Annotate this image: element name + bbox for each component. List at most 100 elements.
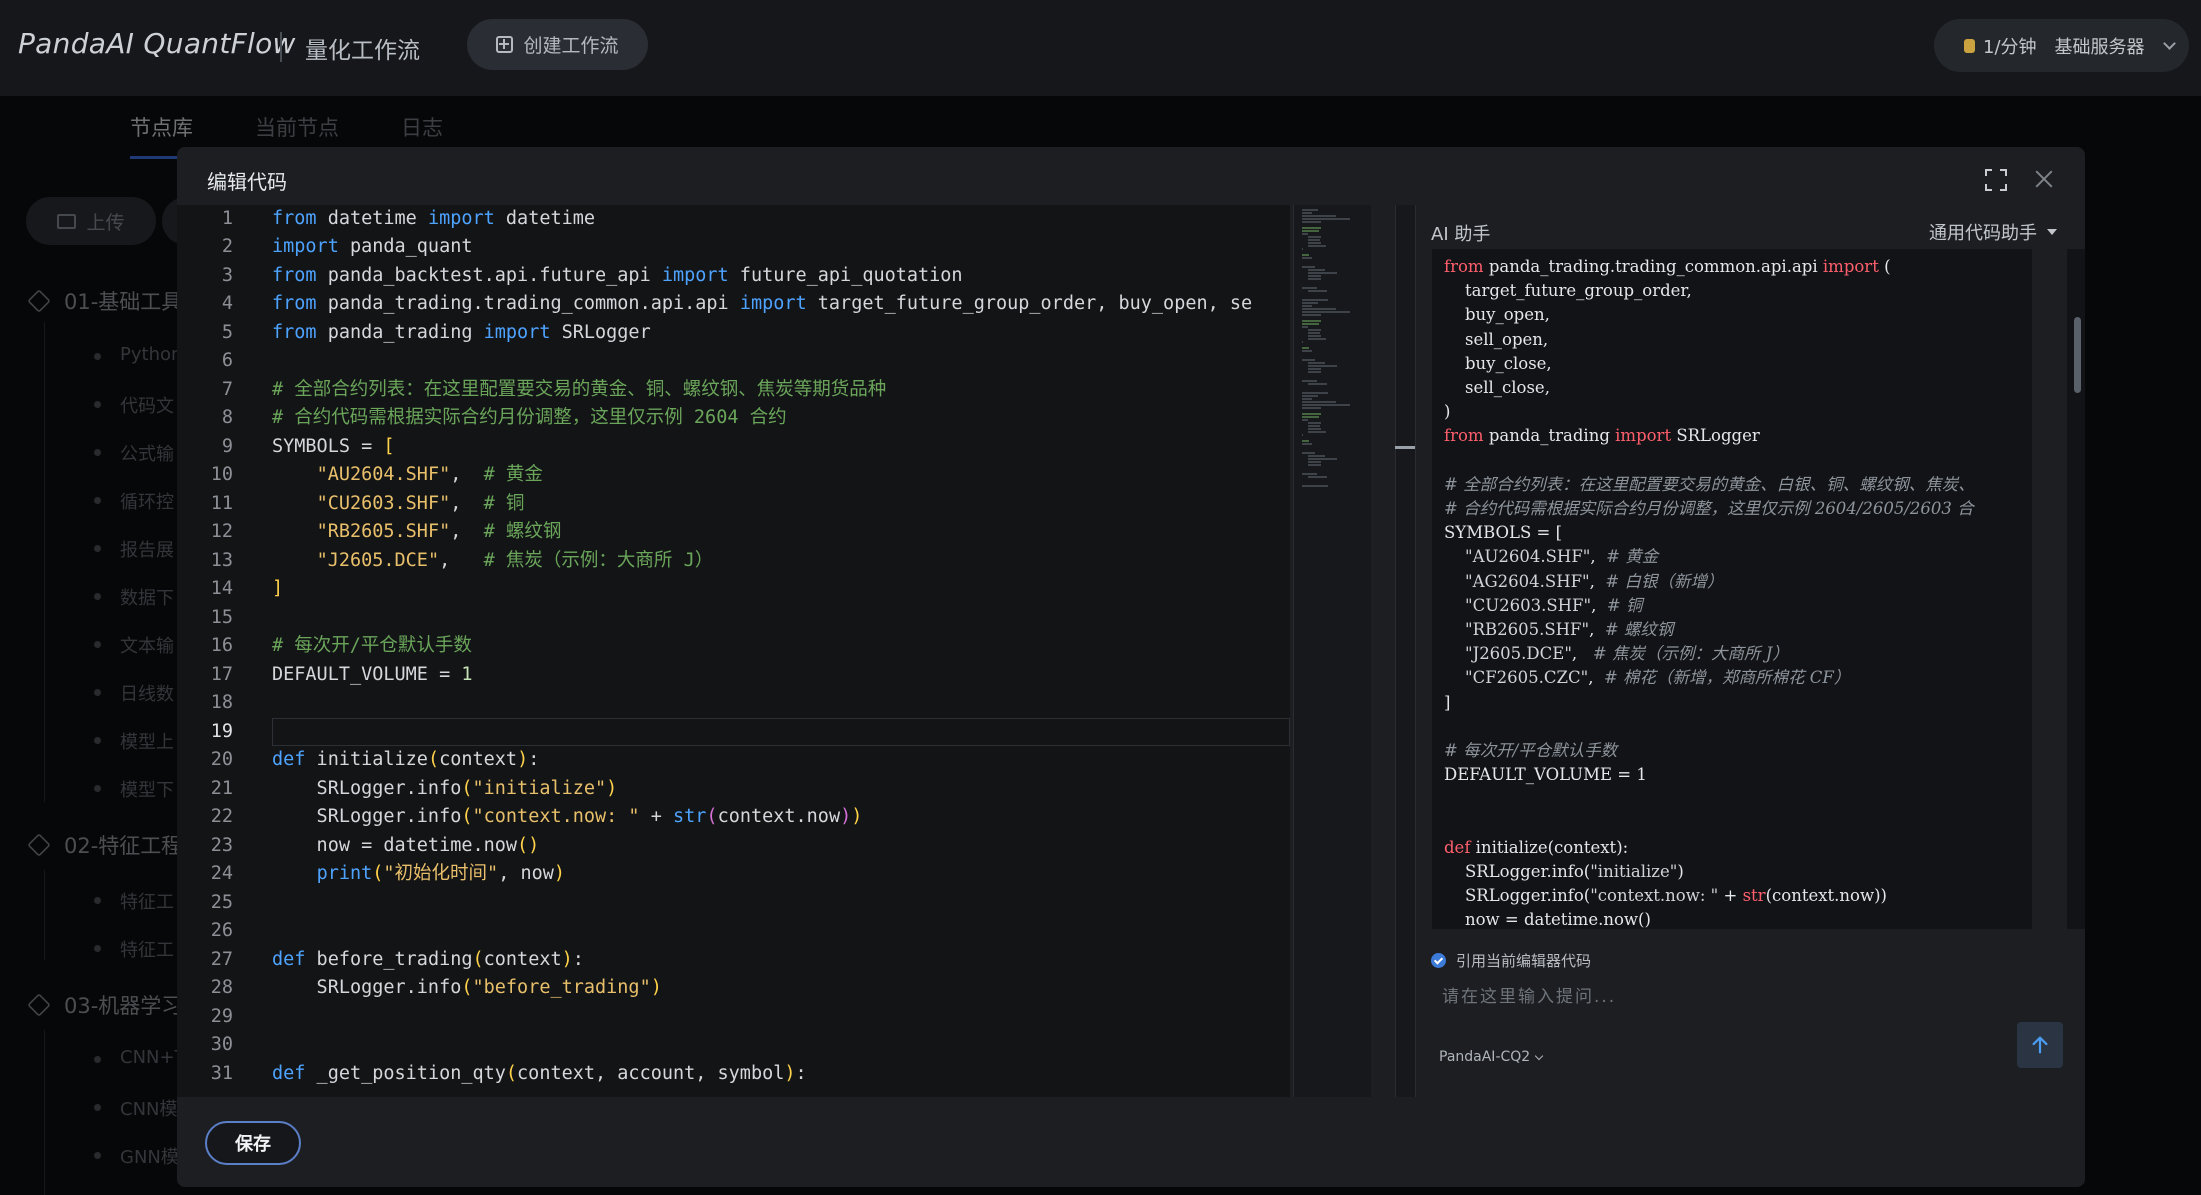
- reference-editor-code-toggle[interactable]: 引用当前编辑器代码: [1431, 950, 1591, 971]
- close-icon[interactable]: [2032, 167, 2056, 191]
- code-line[interactable]: 20 def initialize(context):: [177, 746, 1290, 775]
- line-number: 17: [210, 663, 233, 685]
- code-line[interactable]: 26: [177, 917, 1290, 946]
- ai-code-line: buy_close,: [1444, 353, 1552, 373]
- code-line[interactable]: 10 "AU2604.SHF", # 黄金: [177, 461, 1290, 490]
- minimap-line: [1302, 440, 1309, 442]
- code-line[interactable]: 6: [177, 347, 1290, 376]
- minimap-line: [1302, 311, 1351, 313]
- minimap-line: [1302, 395, 1318, 397]
- app-subtitle: 量化工作流: [305, 38, 420, 64]
- ai-assistant-title: AI 助手: [1431, 224, 1491, 245]
- minimap-line: [1302, 473, 1318, 475]
- line-number: 8: [221, 407, 233, 429]
- line-content: def before_trading(context):: [272, 948, 584, 970]
- minimap-line: [1308, 239, 1321, 241]
- minimap-line: [1308, 362, 1326, 364]
- ai-code-line: ]: [1444, 692, 1451, 712]
- minimap-line: [1302, 305, 1312, 307]
- ai-response-code: from panda_trading.trading_common.api.ap…: [1432, 249, 2032, 929]
- line-number: 24: [210, 863, 233, 885]
- minimap-line: [1302, 320, 1321, 322]
- code-line[interactable]: 30: [177, 1031, 1290, 1060]
- code-line[interactable]: 3 from panda_backtest.api.future_api impo…: [177, 262, 1290, 291]
- code-line[interactable]: 19: [177, 717, 1290, 747]
- minimap-line: [1302, 359, 1316, 361]
- code-line[interactable]: 13 "J2605.DCE", # 焦炭（示例：大商所 J）: [177, 547, 1290, 576]
- save-button[interactable]: 保存: [205, 1121, 301, 1165]
- code-line[interactable]: 23 now = datetime.now(): [177, 832, 1290, 861]
- create-workflow-button[interactable]: 创建工作流: [467, 19, 648, 70]
- code-line[interactable]: 7 # 全部合约列表：在这里配置要交易的黄金、铜、螺纹钢、焦炭等期货品种: [177, 376, 1290, 405]
- minimap-line: [1308, 431, 1327, 433]
- ai-code-line: buy_open,: [1444, 305, 1550, 325]
- line-number: 22: [210, 806, 233, 828]
- code-line[interactable]: 5 from panda_trading import SRLogger: [177, 319, 1290, 348]
- app-brand: PandaAI QuantFlow: [18, 27, 296, 60]
- code-line[interactable]: 2 import panda_quant: [177, 233, 1290, 262]
- code-line[interactable]: 9 SYMBOLS = [: [177, 433, 1290, 462]
- code-line[interactable]: 18: [177, 689, 1290, 718]
- assistant-mode-label: 通用代码助手: [1929, 223, 2037, 244]
- send-button[interactable]: [2017, 1022, 2063, 1068]
- ai-code-line: "RB2605.SHF", # 螺纹钢: [1464, 620, 1674, 639]
- line-content: # 全部合约列表：在这里配置要交易的黄金、铜、螺纹钢、焦炭等期货品种: [272, 378, 887, 400]
- code-line[interactable]: 22 SRLogger.info("context.now: " + str(c…: [177, 803, 1290, 832]
- minimap-line: [1302, 257, 1312, 259]
- ai-question-input[interactable]: [1442, 979, 2002, 1015]
- code-line[interactable]: 12 "RB2605.SHF", # 螺纹钢: [177, 518, 1290, 547]
- code-line[interactable]: 4 from panda_trading.trading_common.api.a…: [177, 290, 1290, 319]
- minimap-line: [1302, 314, 1321, 316]
- minimap-line: [1302, 302, 1318, 304]
- caret-down-icon: [2047, 229, 2057, 235]
- ai-code-line: from panda_trading.trading_common.api.ap…: [1444, 257, 1891, 276]
- ai-code-line: "J2605.DCE", # 焦炭（示例：大商所 J）: [1464, 644, 1789, 664]
- code-line[interactable]: 24 print("初始化时间", now): [177, 860, 1290, 889]
- minimap-line: [1308, 425, 1321, 427]
- line-content: SRLogger.info("context.now: " + str(cont…: [272, 806, 863, 828]
- ai-code-line: sell_open,: [1444, 329, 1549, 349]
- editor-scrollbar[interactable]: [1395, 205, 1415, 1097]
- code-editor[interactable]: 1 from datetime import datetime 2 import pa…: [177, 205, 1290, 1097]
- minimap-line: [1308, 329, 1321, 331]
- server-selector[interactable]: 1/分钟 基础服务器: [1934, 19, 2189, 72]
- code-line[interactable]: 29: [177, 1003, 1290, 1032]
- minimap-line: [1302, 485, 1329, 487]
- minimap-line: [1302, 452, 1316, 454]
- app-top-bar: PandaAI QuantFlow 量化工作流 创建工作流 1/分钟 基础服务器: [0, 0, 2201, 96]
- code-line[interactable]: 31 def _get_position_qty(context, account…: [177, 1060, 1290, 1089]
- ai-code-line: SRLogger.info("initialize"): [1444, 862, 1684, 881]
- code-line[interactable]: 21 SRLogger.info("initialize"): [177, 775, 1290, 804]
- ai-code-line: ): [1444, 402, 1451, 422]
- code-line[interactable]: 1 from datetime import datetime: [177, 205, 1290, 234]
- minimap-line: [1302, 392, 1329, 394]
- line-number: 3: [221, 264, 233, 286]
- code-minimap[interactable]: [1293, 205, 1371, 1097]
- line-content: DEFAULT_VOLUME = 1: [272, 663, 473, 685]
- code-line[interactable]: 8 # 合约代码需根据实际合约月份调整，这里仅示例 2604 合约: [177, 404, 1290, 433]
- chevron-down-icon: [2162, 37, 2176, 50]
- minimap-line: [1302, 287, 1318, 289]
- checkbox-checked-icon[interactable]: [1431, 953, 1446, 968]
- line-number: 27: [210, 948, 233, 970]
- code-line[interactable]: 15: [177, 604, 1290, 633]
- code-line[interactable]: 25: [177, 889, 1290, 918]
- ai-code-line: SYMBOLS = [: [1444, 523, 1563, 543]
- model-select[interactable]: PandaAI-CQ2: [1439, 1049, 1544, 1065]
- code-line[interactable]: 17 DEFAULT_VOLUME = 1: [177, 661, 1290, 690]
- code-line[interactable]: 11 "CU2603.SHF", # 铜: [177, 490, 1290, 519]
- code-line[interactable]: 27 def before_trading(context):: [177, 946, 1290, 975]
- fullscreen-icon[interactable]: [1985, 169, 2007, 191]
- coin-icon: [1964, 38, 1975, 53]
- minimap-line: [1308, 458, 1338, 460]
- minimap-line: [1302, 347, 1309, 349]
- reference-editor-code-label: 引用当前编辑器代码: [1456, 952, 1592, 970]
- code-line[interactable]: 28 SRLogger.info("before_trading"): [177, 974, 1290, 1003]
- line-number: 7: [221, 378, 233, 400]
- code-line[interactable]: 14]: [177, 575, 1290, 604]
- assistant-mode-select[interactable]: 通用代码助手: [1929, 219, 2057, 245]
- code-line[interactable]: 16 # 每次开/平仓默认手数: [177, 632, 1290, 661]
- minimap-line: [1302, 299, 1329, 301]
- line-content: print("初始化时间", now): [316, 863, 566, 885]
- ai-panel-scroll-thumb[interactable]: [2074, 317, 2081, 393]
